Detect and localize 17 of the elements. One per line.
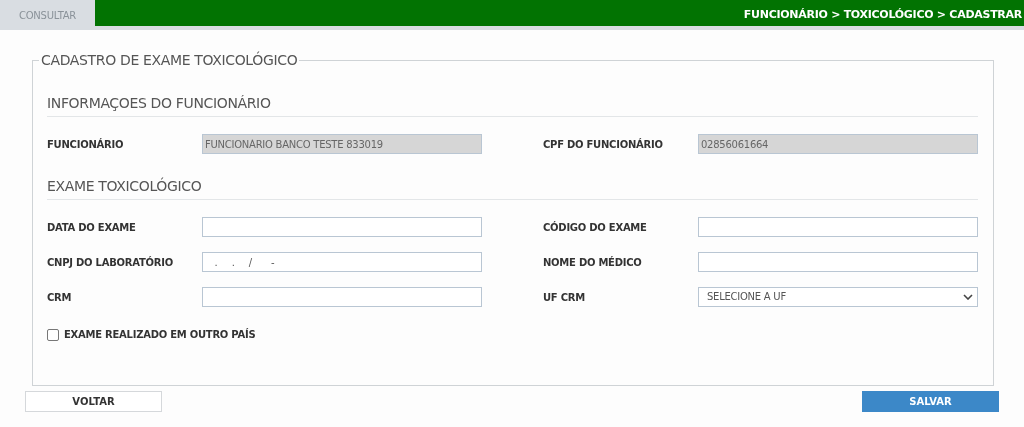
field-label: CNPJ DO LABORATÓRIO bbox=[47, 255, 174, 270]
input-field[interactable]: __.___.___/____-__ bbox=[202, 252, 482, 272]
back-button[interactable]: VOLTAR bbox=[25, 391, 162, 412]
form-title: CADASTRO DE EXAME TOXICOLÓGICO bbox=[40, 50, 299, 70]
save-button[interactable]: SALVAR bbox=[862, 391, 999, 412]
field-label: CRM bbox=[47, 290, 73, 305]
field-label: CÓDIGO DO EXAME bbox=[543, 220, 648, 235]
field-label: NOME DO MÉDICO bbox=[543, 255, 643, 270]
field-label: CPF DO FUNCIONÁRIO bbox=[543, 137, 664, 152]
field-label: FUNCIONÁRIO bbox=[47, 137, 125, 152]
field-label: DATA DO EXAME bbox=[47, 220, 137, 235]
breadcrumb: FUNCIONÁRIO > TOXICOLÓGICO > CADASTRAR bbox=[743, 7, 1022, 23]
field-label: UF CRM bbox=[543, 290, 586, 305]
checkbox-label: EXAME REALIZADO EM OUTRO PAÍS bbox=[64, 327, 256, 342]
section-heading: EXAME TOXICOLÓGICO bbox=[47, 176, 978, 200]
select-field[interactable]: SELECIONE A UF bbox=[698, 287, 978, 307]
section-heading: INFORMAÇOES DO FUNCIONÁRIO bbox=[47, 93, 978, 117]
